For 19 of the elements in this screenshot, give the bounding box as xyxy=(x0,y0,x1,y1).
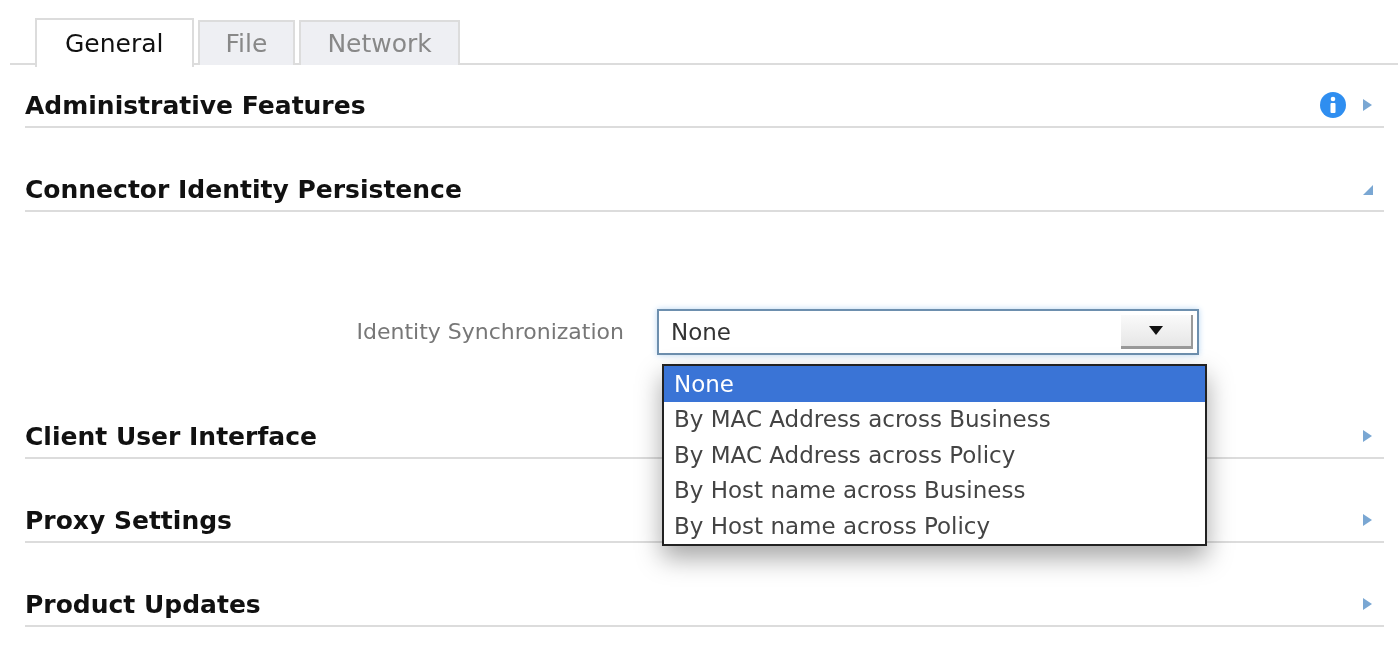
menu-option[interactable]: None xyxy=(664,366,1205,402)
identity-dropdown[interactable]: None xyxy=(657,309,1199,355)
section-title[interactable]: Connector Identity Persistence xyxy=(25,175,462,204)
field-label: Identity Synchronization xyxy=(355,318,625,344)
tab[interactable]: General xyxy=(35,18,194,67)
expand-arrow-icon[interactable] xyxy=(1360,513,1374,527)
menu-option[interactable]: By MAC Address across Policy xyxy=(664,437,1205,473)
section-title[interactable]: Client User Interface xyxy=(25,422,317,451)
menu-option[interactable]: By MAC Address across Business xyxy=(664,401,1205,437)
section-title[interactable]: Proxy Settings xyxy=(25,506,232,535)
info-icon[interactable] xyxy=(1320,92,1346,118)
menu-option[interactable]: By Host name across Business xyxy=(664,472,1205,508)
expand-arrow-icon[interactable] xyxy=(1360,98,1374,112)
section-title[interactable]: Product Updates xyxy=(25,590,261,619)
caret-icon xyxy=(1149,326,1163,335)
expand-arrow-icon[interactable] xyxy=(1360,429,1374,443)
section-title[interactable]: Administrative Features xyxy=(25,91,366,120)
expand-arrow-icon[interactable] xyxy=(1360,597,1374,611)
menu-option[interactable]: By Host name across Policy xyxy=(664,508,1205,544)
